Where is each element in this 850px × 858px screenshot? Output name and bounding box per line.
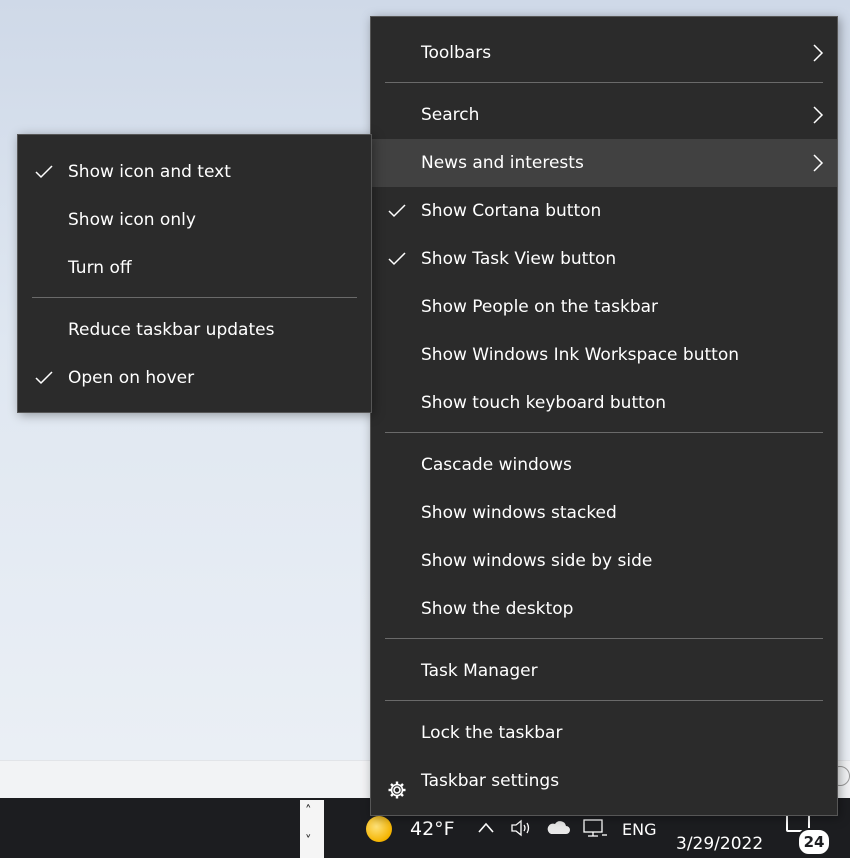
language-indicator[interactable]: ENG [622,820,656,839]
menu-item-label: Show the desktop [421,599,574,619]
menu-item-label: Show windows side by side [421,551,653,571]
menu-item-show-task-view-button[interactable]: Show Task View button [371,235,837,283]
menu-item-label: Show Windows Ink Workspace button [421,345,739,365]
menu-item-label: Cascade windows [421,455,572,475]
menu-item-label: Search [421,105,480,125]
weather-temperature[interactable]: 42°F [410,818,455,840]
menu-separator [385,82,823,83]
menu-item-task-manager[interactable]: Task Manager [371,647,837,695]
menu-item-label: Show Task View button [421,249,617,269]
chevron-right-icon [811,43,825,63]
menu-separator [385,432,823,433]
chevron-down-icon[interactable]: ˅ [305,834,312,849]
menu-item-cascade-windows[interactable]: Cascade windows [371,441,837,489]
menu-separator [32,297,357,298]
menu-item-show-cortana-button[interactable]: Show Cortana button [371,187,837,235]
menu-item-taskbar-settings[interactable]: Taskbar settings [371,757,837,805]
clock-date[interactable]: 3/29/2022 [676,834,763,854]
checkmark-icon [34,368,54,388]
news-and-interests-submenu: Show icon and text Show icon only Turn o… [17,134,372,413]
submenu-item-label: Reduce taskbar updates [68,320,275,340]
menu-item-show-desktop[interactable]: Show the desktop [371,585,837,633]
chevron-right-icon [811,153,825,173]
submenu-item-label: Open on hover [68,368,195,388]
submenu-item-label: Show icon only [68,210,196,230]
menu-item-label: Show People on the taskbar [421,297,659,317]
menu-item-label: News and interests [421,153,584,173]
network-icon[interactable] [582,818,608,845]
submenu-item-open-on-hover[interactable]: Open on hover [18,354,371,402]
menu-item-windows-stacked[interactable]: Show windows stacked [371,489,837,537]
menu-separator [385,638,823,639]
chevron-up-icon[interactable]: ˄ [305,804,312,819]
menu-item-show-touch-keyboard[interactable]: Show touch keyboard button [371,379,837,427]
menu-item-show-ink-workspace[interactable]: Show Windows Ink Workspace button [371,331,837,379]
menu-item-label: Show Cortana button [421,201,602,221]
submenu-item-show-icon-and-text[interactable]: Show icon and text [18,148,371,196]
submenu-item-label: Turn off [68,258,132,278]
menu-item-windows-side-by-side[interactable]: Show windows side by side [371,537,837,585]
checkmark-icon [387,249,407,269]
sun-icon[interactable] [366,816,392,842]
gear-icon [387,771,407,799]
menu-item-label: Taskbar settings [421,771,560,791]
menu-item-label: Show touch keyboard button [421,393,666,413]
checkmark-icon [387,201,407,221]
menu-item-show-people[interactable]: Show People on the taskbar [371,283,837,331]
menu-item-label: Lock the taskbar [421,723,563,743]
menu-item-label: Toolbars [421,43,492,63]
checkmark-icon [34,162,54,182]
submenu-item-reduce-taskbar-updates[interactable]: Reduce taskbar updates [18,306,371,354]
taskbar-scroll-pager[interactable]: ˄ ˅ [300,800,324,858]
menu-item-lock-taskbar[interactable]: Lock the taskbar [371,709,837,757]
notification-count-badge: 24 [797,828,831,856]
onedrive-cloud-icon[interactable] [545,818,571,843]
menu-item-label: Task Manager [421,661,538,681]
taskbar-context-menu: Toolbars Search News and interests Show … [370,16,838,816]
chevron-right-icon [811,105,825,125]
menu-item-search[interactable]: Search [371,91,837,139]
submenu-item-show-icon-only[interactable]: Show icon only [18,196,371,244]
chevron-up-icon[interactable] [476,818,496,843]
menu-separator [385,700,823,701]
menu-item-news-and-interests[interactable]: News and interests [371,139,837,187]
submenu-item-label: Show icon and text [68,162,231,182]
volume-icon[interactable] [510,818,534,843]
submenu-item-turn-off[interactable]: Turn off [18,244,371,292]
menu-item-toolbars[interactable]: Toolbars [371,29,837,77]
menu-item-label: Show windows stacked [421,503,617,523]
